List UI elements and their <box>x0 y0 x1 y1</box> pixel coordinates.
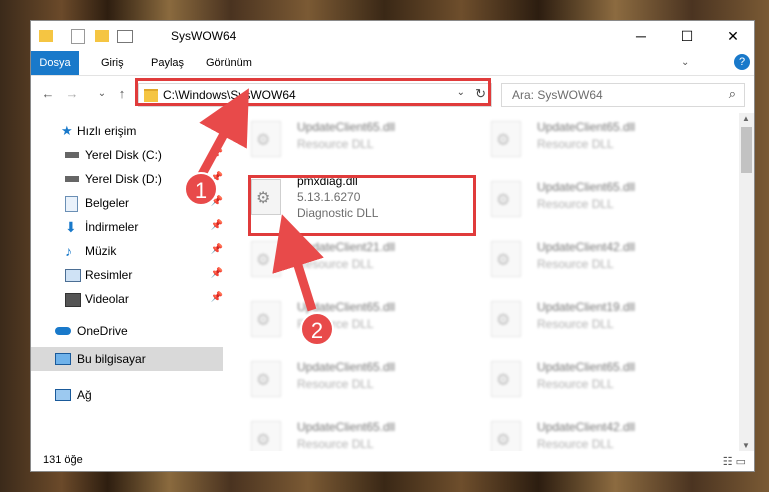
arrow-to-file <box>272 214 324 312</box>
step-1-badge: 1 <box>184 172 218 206</box>
annotation-arrows <box>196 88 324 312</box>
arrow-to-address <box>196 88 249 181</box>
step-2-badge: 2 <box>300 312 334 346</box>
